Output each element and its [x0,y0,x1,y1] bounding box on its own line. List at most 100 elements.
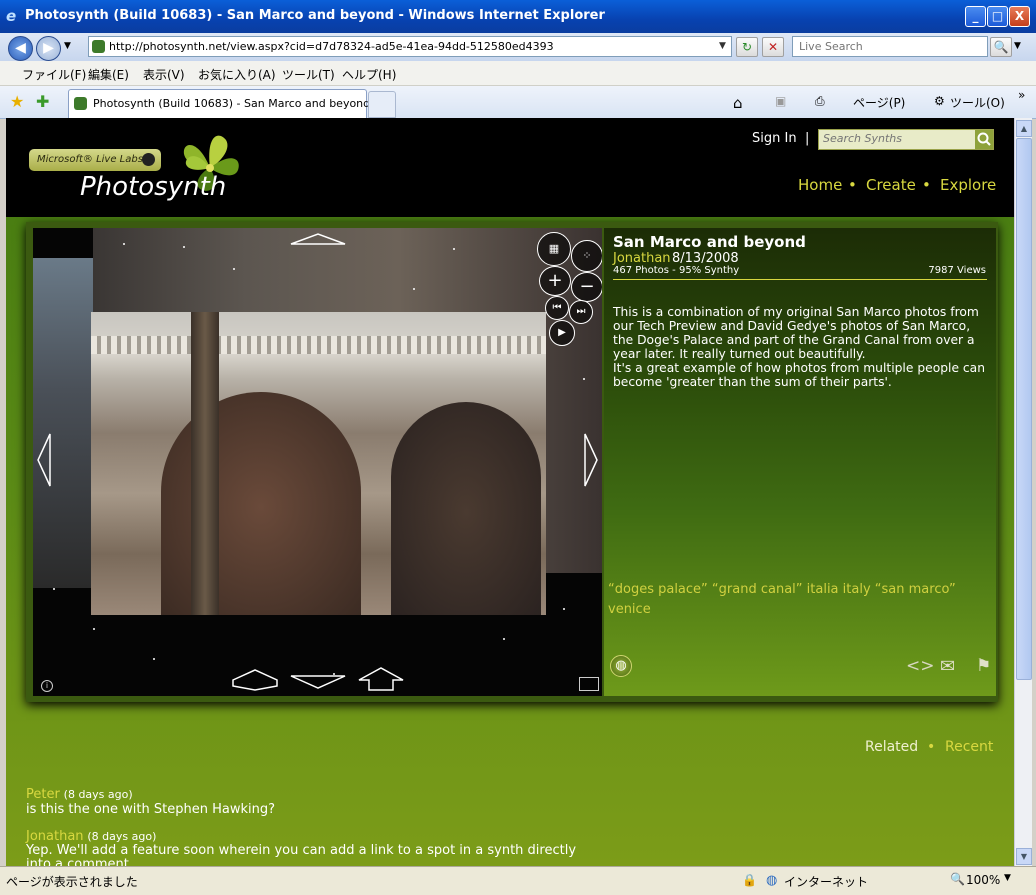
globe-zone-icon: ◍ [766,873,778,888]
email-icon[interactable]: ✉ [940,656,955,677]
back-button[interactable]: ◀ [8,36,33,61]
live-search-field[interactable] [797,39,987,54]
comment-item: Jonathan (8 days ago) Yep. We'll add a f… [26,829,626,866]
menu-view[interactable]: 表示(V) [143,66,185,83]
tag-link[interactable]: “san marco” [875,582,956,597]
menu-favorites[interactable]: お気に入り(A) [198,66,276,83]
tab-favicon-icon [74,97,87,110]
zone-text: インターネット [784,875,869,889]
zoom-in-icon[interactable]: + [539,266,571,296]
security-icon[interactable]: 🔒 [742,873,757,887]
move-right-arrow-icon[interactable] [582,432,600,488]
page-menu[interactable]: ページ(P) [853,94,905,111]
move-left-arrow-icon[interactable] [35,432,53,488]
move-up-arrow-icon[interactable] [289,232,347,246]
add-favorite-icon[interactable]: ✚ [36,92,49,111]
point-cloud-icon[interactable]: ⁘ [571,240,602,272]
photosynth-logo[interactable]: Photosynth [80,172,226,202]
scroll-down-arrow-icon[interactable]: ▼ [1016,848,1032,865]
next-icon[interactable]: ⏭ [569,300,593,324]
comment-author-link[interactable]: Peter [26,787,60,802]
forward-button[interactable]: ▶ [36,36,61,61]
tab-bar: ★ ✚ Photosynth (Build 10683) - San Marco… [0,86,1036,119]
zoom-out-back-icon[interactable] [231,668,279,692]
tag-link[interactable]: “doges palace” [608,582,708,597]
zoom-in-forward-icon[interactable] [357,666,405,692]
signin-separator: | [805,131,810,146]
search-options-icon[interactable]: ▼ [1014,41,1021,51]
tag-link[interactable]: “grand canal” [712,582,803,597]
nav-home[interactable]: Home [798,176,842,194]
print-icon[interactable]: ⎙ [815,94,825,109]
nav-create[interactable]: Create [866,176,916,194]
related-tab[interactable]: Related [865,739,918,755]
minimize-button[interactable]: _ [965,6,986,27]
synth-viewer[interactable]: ▦ ⁘ + − ⏮ ⏭ ▶ i [33,228,602,696]
browser-tab[interactable]: Photosynth (Build 10683) - San Marco and… [68,89,370,118]
comment-author-link[interactable]: Jonathan [26,829,84,844]
menu-edit[interactable]: 編集(E) [88,66,129,83]
stop-button[interactable]: ✕ [762,37,784,57]
tools-menu[interactable]: ツール(O) [950,94,1005,111]
history-dropdown-icon[interactable]: ▼ [64,41,71,51]
recent-tab[interactable]: Recent [945,739,993,755]
zoom-out-icon[interactable]: − [571,272,602,302]
close-button[interactable]: X [1009,6,1030,27]
grid-view-icon[interactable]: ▦ [537,232,571,266]
address-input[interactable]: http://photosynth.net/view.aspx?cid=d7d7… [88,36,732,57]
globe-icon[interactable]: ◍ [610,655,632,677]
menu-file[interactable]: ファイル(F) [22,66,86,83]
play-icon[interactable]: ▶ [549,320,575,346]
synth-author-link[interactable]: Jonathan [613,251,671,266]
search-synths-button[interactable] [975,130,993,149]
scroll-thumb[interactable] [1016,138,1032,680]
move-down-arrow-icon[interactable] [289,674,347,690]
previous-icon[interactable]: ⏮ [545,296,569,320]
scroll-up-arrow-icon[interactable]: ▲ [1016,120,1032,137]
tag-link[interactable]: italia [807,582,839,597]
nav-separator: • [922,176,931,194]
photo-left [33,258,93,588]
zoom-dropdown-icon[interactable]: ▼ [1004,873,1011,883]
fullscreen-icon[interactable] [579,677,599,691]
zoom-level[interactable]: 100% [966,873,1000,887]
comment-time: (8 days ago) [87,830,157,843]
status-text: ページが表示されました [6,875,138,889]
vertical-scrollbar[interactable]: ▲ ▼ [1014,118,1032,866]
new-tab-button[interactable] [368,91,396,118]
ms-live-labs-badge[interactable]: Microsoft® Live Labs™ [29,149,161,171]
comment-text: Yep. We'll add a feature soon wherein yo… [26,843,577,867]
address-dropdown-icon[interactable]: ▼ [716,39,729,53]
comment-text: is this the one with Stephen Hawking? [26,802,275,817]
feeds-icon[interactable]: ▣ [775,94,786,108]
home-icon[interactable]: ⌂ [733,94,743,112]
chevron-more-icon[interactable]: » [1018,88,1025,102]
zoom-icon[interactable]: 🔍 [950,872,965,886]
nav-separator: • [848,176,857,194]
tag-link[interactable]: venice [608,602,651,617]
refresh-button[interactable]: ↻ [736,37,758,57]
info-icon[interactable]: i [41,680,53,692]
live-search-input[interactable] [792,36,988,57]
flag-icon[interactable]: ⚑ [976,656,991,676]
magnifier-icon [977,132,991,146]
tag-link[interactable]: italy [843,582,871,597]
nav-explore[interactable]: Explore [940,176,996,194]
tab-separator: • [927,739,936,755]
sign-in-link[interactable]: Sign In [752,131,797,146]
ie-logo-icon: e [6,7,17,25]
menu-tools[interactable]: ツール(T) [282,66,335,83]
embed-code-icon[interactable]: <> [906,656,935,676]
synth-stats: 467 Photos - 95% Synthy [613,265,740,276]
search-synths-box[interactable] [818,129,994,150]
search-synths-input[interactable] [819,130,977,147]
menu-help[interactable]: ヘルプ(H) [342,66,396,83]
maximize-button[interactable]: □ [987,6,1008,27]
search-go-icon[interactable]: 🔍 [990,37,1012,57]
comments-list: Peter (8 days ago) is this the one with … [26,787,626,866]
synth-tags: “doges palace” “grand canal” italia ital… [608,580,988,620]
favorites-star-icon[interactable]: ★ [10,92,24,111]
gear-icon[interactable]: ⚙ [934,94,945,108]
synth-date: 8/13/2008 [672,251,739,266]
photo-main-facade [91,312,546,615]
